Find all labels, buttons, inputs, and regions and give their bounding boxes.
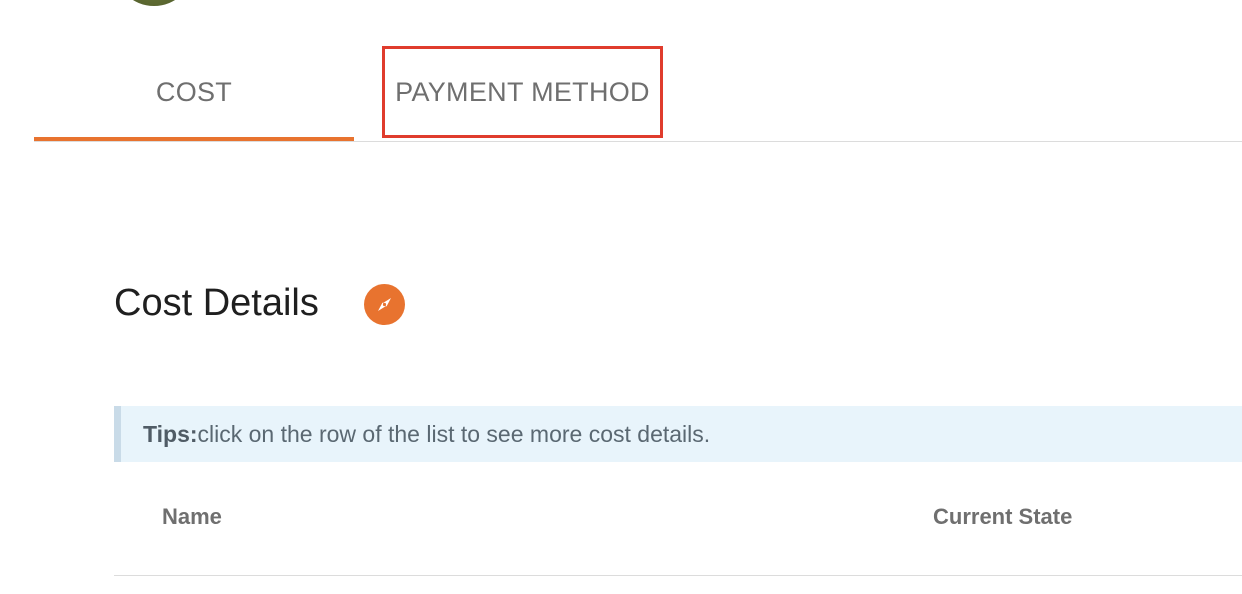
active-tab-indicator [34, 137, 354, 141]
avatar[interactable] [114, 0, 194, 6]
column-header-name[interactable]: Name [162, 504, 222, 530]
tab-cost-label: COST [155, 76, 233, 107]
tips-text: click on the row of the list to see more… [197, 420, 711, 447]
tips-banner: Tips: click on the row of the list to see… [114, 406, 1242, 462]
compass-icon[interactable] [364, 284, 405, 325]
tips-label: Tips: [143, 420, 198, 447]
column-header-current-state[interactable]: Current State [933, 504, 1072, 530]
section-title: Cost Details [114, 282, 319, 324]
tab-payment-method-label: PAYMENT METHOD [395, 76, 650, 107]
tab-cost[interactable]: COST [34, 46, 354, 141]
table-header: Name Current State [114, 490, 1242, 576]
tab-payment-method[interactable]: PAYMENT METHOD [382, 46, 663, 138]
tab-bar: COST PAYMENT METHOD [34, 46, 1242, 142]
